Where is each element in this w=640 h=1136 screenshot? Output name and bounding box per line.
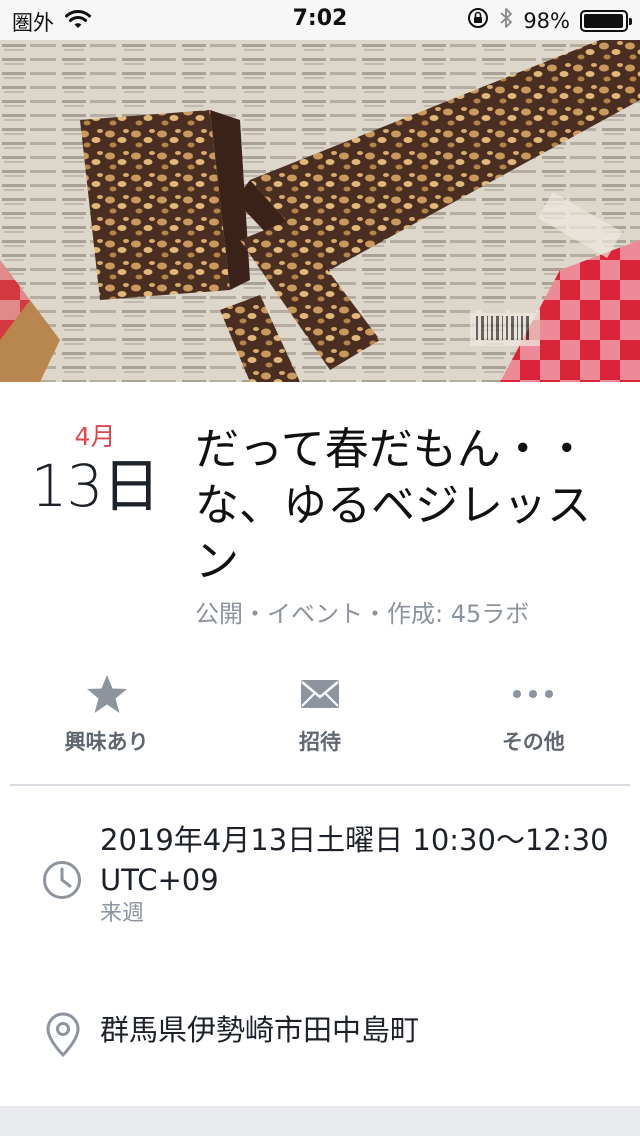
interested-button[interactable]: 興味あり: [0, 672, 213, 772]
bottom-separator: [0, 1106, 640, 1136]
section-divider: [10, 784, 630, 786]
status-right: 98%: [467, 7, 632, 34]
battery-fill: [584, 13, 624, 28]
event-location-text: 群馬県伊勢崎市田中島町: [100, 1010, 620, 1050]
event-month: 4月: [74, 422, 116, 451]
rotation-lock-icon: [467, 7, 489, 34]
event-meta[interactable]: 公開・イベント・作成: 45ラボ: [195, 598, 615, 630]
event-location: 群馬県伊勢崎市田中島町: [100, 1013, 420, 1047]
invite-button[interactable]: 招待: [213, 672, 426, 772]
interested-label: 興味あり: [64, 730, 149, 754]
bluetooth-icon: [499, 7, 513, 34]
event-relative-time: 来週: [100, 901, 145, 926]
more-label: その他: [501, 730, 565, 754]
event-cover-photo[interactable]: [0, 40, 640, 382]
event-title: だって春だもん・・な、ゆるベジレッスン: [195, 424, 591, 587]
event-datetime-text: 2019年4月13日土曜日 10:30〜12:30 UTC+09 来週: [100, 820, 620, 928]
invite-label: 招待: [298, 730, 341, 754]
event-date-block: 4月 13日: [20, 420, 170, 518]
more-button[interactable]: その他: [427, 672, 640, 772]
envelope-icon: [300, 672, 340, 716]
more-icon: [511, 672, 555, 716]
event-actions: 興味あり 招待 その他: [0, 672, 640, 772]
clock-icon: [42, 860, 82, 904]
location-pin-icon: [46, 1012, 80, 1062]
star-icon: [85, 672, 129, 716]
status-bar: 圏外 7:02 98%: [0, 0, 640, 40]
battery-percent: 98%: [523, 8, 570, 33]
event-day: 13日: [30, 452, 161, 520]
event-datetime: 2019年4月13日土曜日 10:30〜12:30 UTC+09: [100, 823, 609, 897]
battery-icon: [580, 9, 632, 32]
